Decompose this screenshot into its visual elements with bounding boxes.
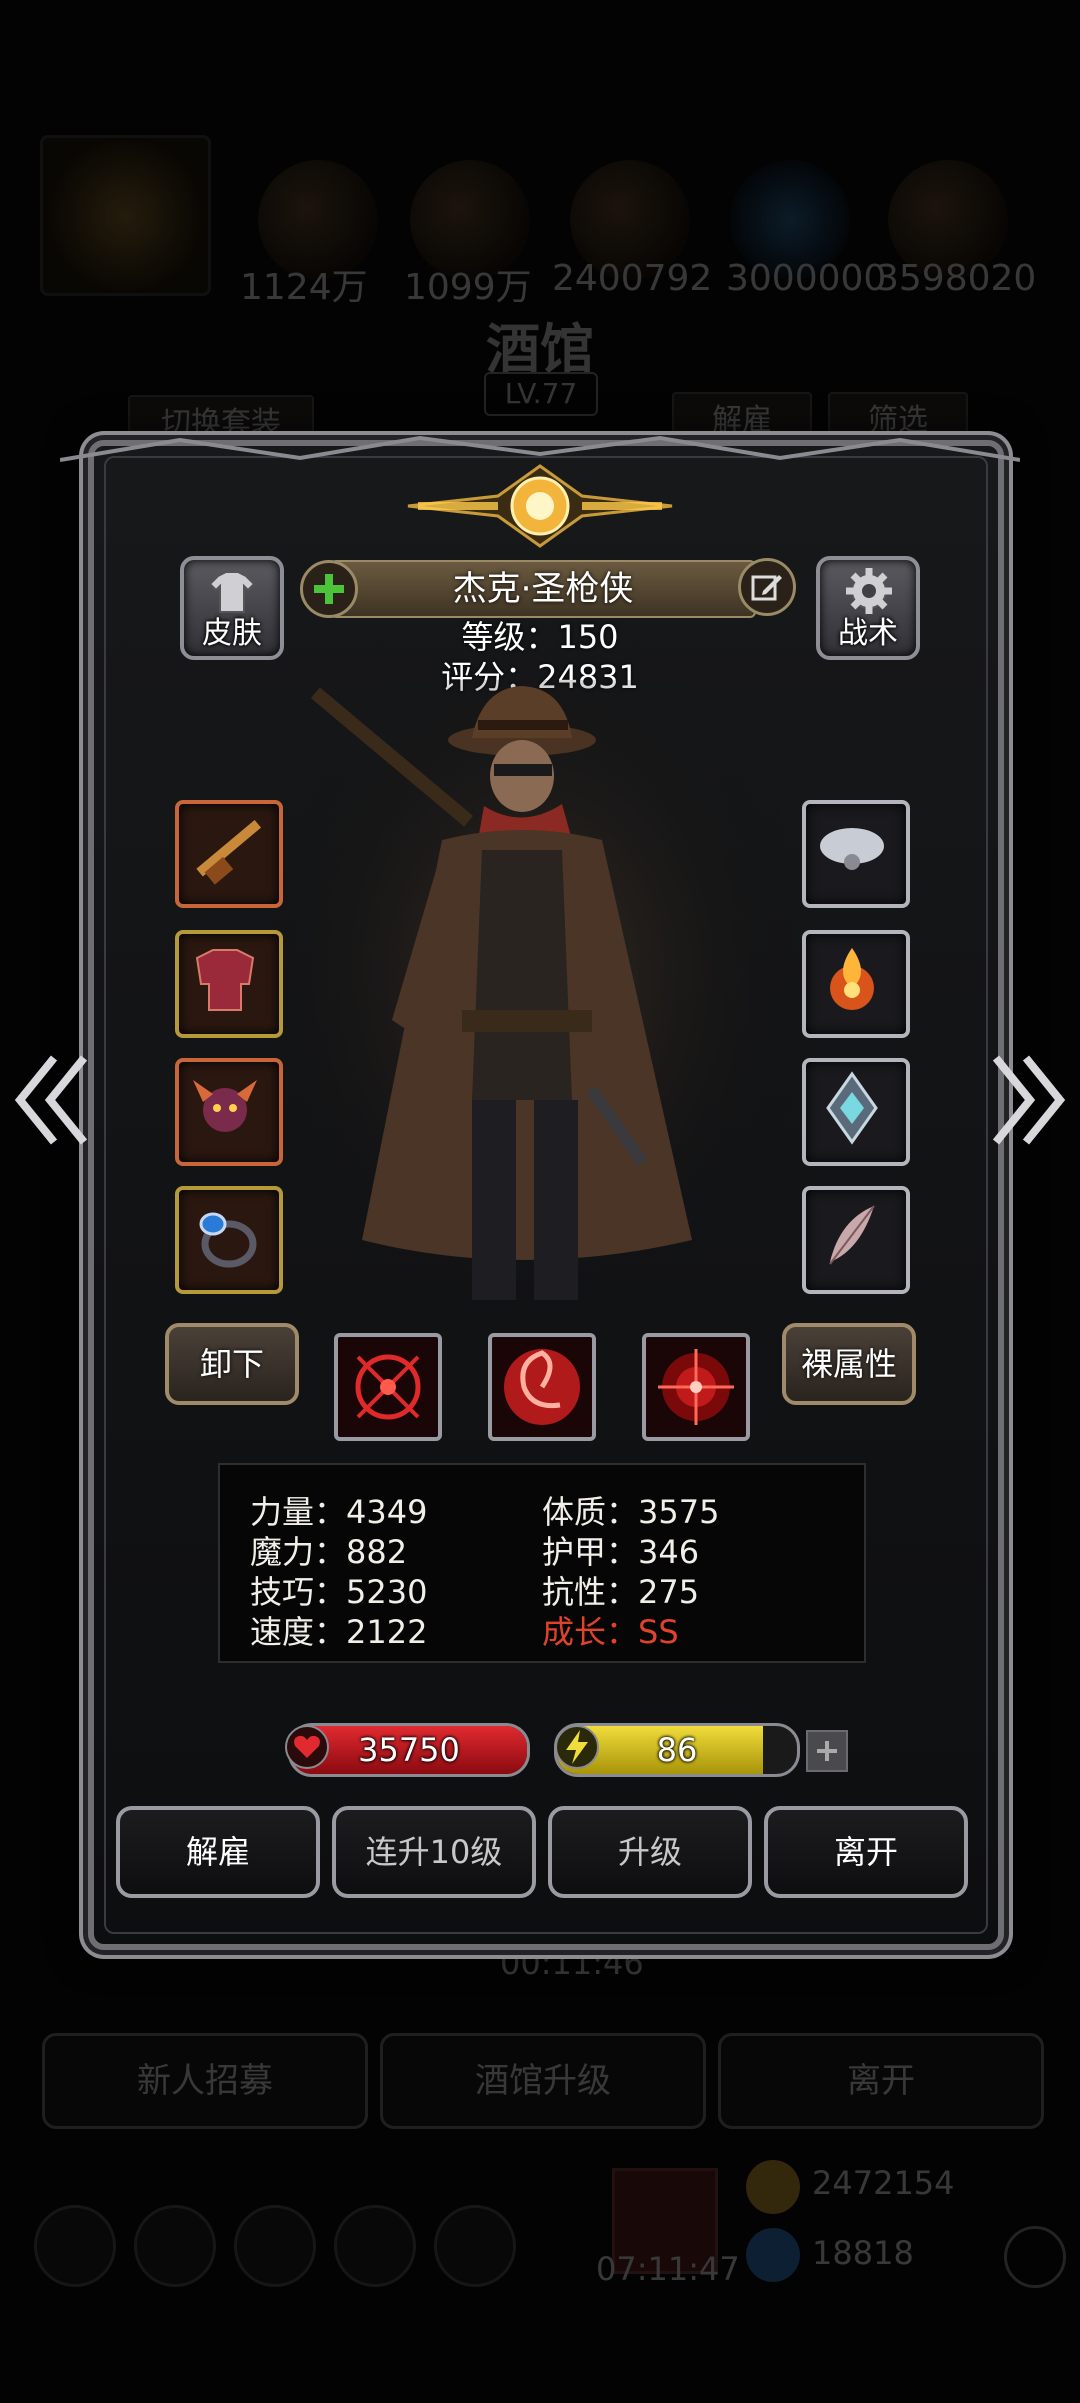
level-up-10-button[interactable]: 连升10级 (332, 1806, 536, 1898)
plus-icon (817, 1741, 837, 1761)
skill-slot-1[interactable] (334, 1333, 442, 1441)
dismiss-button[interactable]: 解雇 (116, 1806, 320, 1898)
feather-icon (829, 1205, 875, 1265)
crystal-emblem-icon (826, 1071, 878, 1145)
golden-emblem-icon (407, 464, 673, 548)
red-vortex-icon (504, 1349, 580, 1425)
stat-growth: 成长：SS (542, 1613, 679, 1651)
add-icon[interactable] (300, 560, 358, 618)
rifle-icon (196, 819, 262, 885)
equipment-slot-orb[interactable] (802, 930, 910, 1038)
equipment-slot-armor[interactable] (175, 930, 283, 1038)
previous-hero-arrow-icon[interactable] (14, 1050, 90, 1150)
level-up-button[interactable]: 升级 (548, 1806, 752, 1898)
equipment-slot-weapon[interactable] (175, 800, 283, 908)
lightning-icon (555, 1725, 599, 1769)
unequip-button[interactable]: 卸下 (165, 1323, 299, 1405)
hero-portrait (272, 680, 792, 1340)
equipment-slot-amulet[interactable] (802, 800, 910, 908)
demon-helm-icon (193, 1080, 257, 1132)
equipment-slot-helm[interactable] (175, 1058, 283, 1166)
skill-slot-3[interactable] (642, 1333, 750, 1441)
chest-armor-icon (195, 949, 255, 1011)
red-crosshair-icon (355, 1354, 421, 1420)
next-hero-arrow-icon[interactable] (990, 1050, 1066, 1150)
base-attributes-button[interactable]: 裸属性 (782, 1323, 916, 1405)
sapphire-ring-icon (199, 1212, 257, 1268)
cloud-amulet-icon (820, 828, 884, 870)
flame-orb-icon (830, 948, 874, 1010)
equipment-slot-feather[interactable] (802, 1186, 910, 1294)
skill-slot-2[interactable] (488, 1333, 596, 1441)
leave-button[interactable]: 离开 (764, 1806, 968, 1898)
add-energy-button[interactable] (806, 1730, 848, 1772)
edit-name-icon[interactable] (738, 558, 796, 616)
stats-panel: 力量：4349 魔力：882 技巧：5230 速度：2122 体质：3575 护… (218, 1463, 866, 1663)
stat-speed: 速度：2122 (250, 1613, 428, 1651)
red-target-icon (658, 1349, 734, 1425)
equipment-slot-emblem[interactable] (802, 1058, 910, 1166)
heart-icon (285, 1725, 329, 1769)
equipment-slot-ring[interactable] (175, 1186, 283, 1294)
hero-name: 杰克·圣枪侠 (330, 560, 756, 618)
